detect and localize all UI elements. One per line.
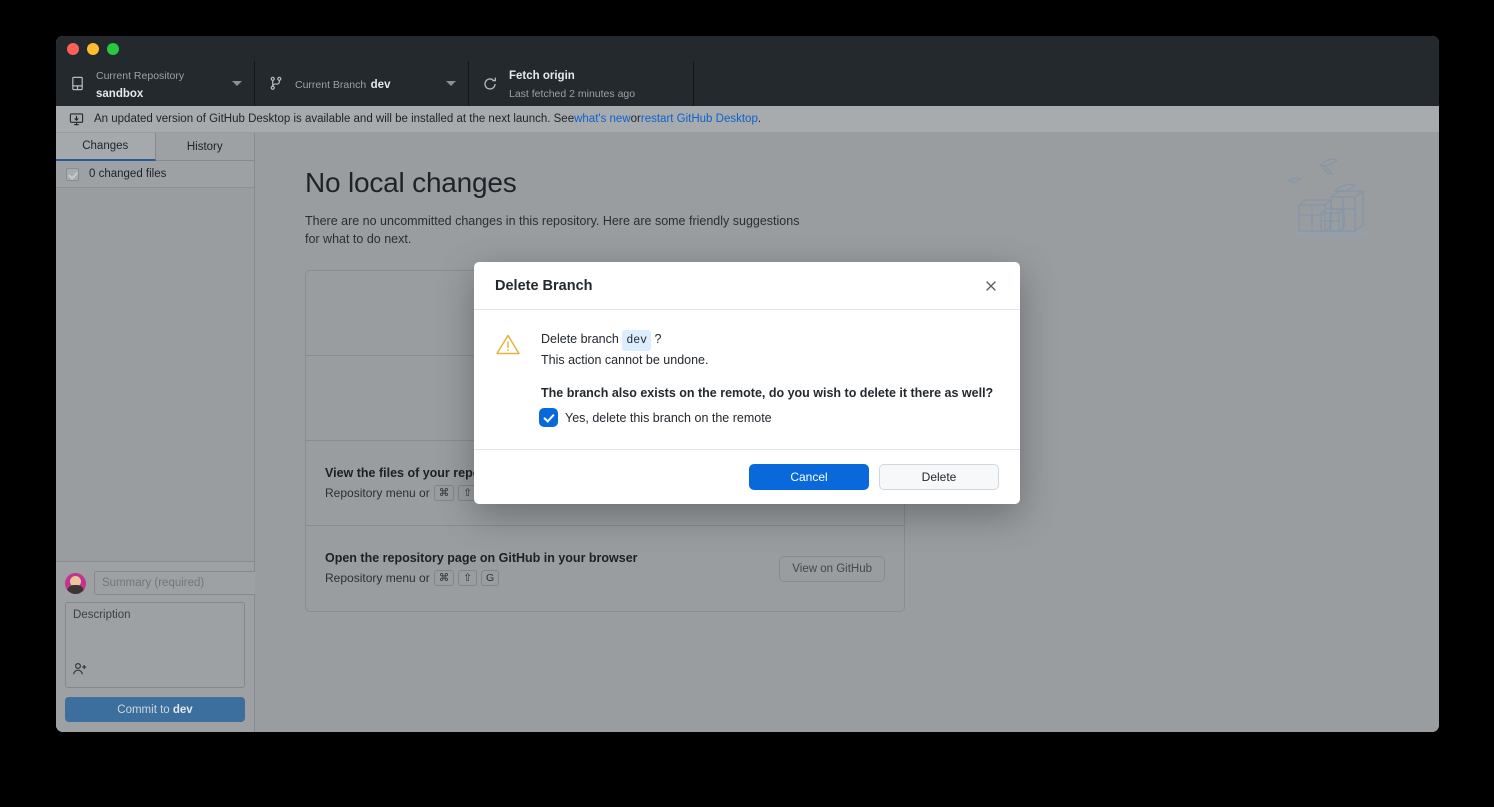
update-banner-text-after: . xyxy=(758,113,761,125)
whats-new-link[interactable]: what's new xyxy=(574,113,631,125)
boxes-and-birds-illustration xyxy=(1273,147,1391,247)
cancel-button[interactable]: Cancel xyxy=(749,464,869,490)
dialog-footer: Cancel Delete xyxy=(474,450,1020,504)
keycap-shift-icon: ⇧ xyxy=(458,570,477,586)
commit-button-prefix: Commit to xyxy=(117,704,173,716)
keycap-letter: G xyxy=(481,570,499,586)
avatar xyxy=(65,573,86,594)
suggestion-row: Open the repository page on GitHub in yo… xyxy=(306,526,904,611)
dialog-header: Delete Branch xyxy=(474,262,1020,310)
commit-button-branch: dev xyxy=(173,704,193,716)
delete-branch-question: Delete branch dev ? xyxy=(541,330,999,351)
remote-delete-checkbox-row: Yes, delete this branch on the remote xyxy=(541,410,999,425)
sync-icon xyxy=(481,75,499,93)
minimize-window-button[interactable] xyxy=(87,43,99,55)
remote-question-text: The branch also exists on the remote, do… xyxy=(541,386,999,400)
sidebar: Changes History 0 changed files Descript… xyxy=(56,133,255,732)
fetch-origin-button[interactable]: Fetch origin Last fetched 2 minutes ago xyxy=(469,61,694,106)
dialog-content: Delete branch dev ? This action cannot b… xyxy=(541,330,999,425)
undone-warning-text: This action cannot be undone. xyxy=(541,351,999,370)
changed-files-header[interactable]: 0 changed files xyxy=(56,161,254,188)
fetch-title: Fetch origin xyxy=(509,70,575,82)
restart-github-desktop-link[interactable]: restart GitHub Desktop xyxy=(641,113,758,125)
current-branch-dropdown[interactable]: Current Branch dev xyxy=(255,61,469,106)
suggestion-desc-text: Repository menu or xyxy=(325,486,430,500)
app-window: Current Repository sandbox Current Branc… xyxy=(56,36,1439,732)
toolbar: Current Repository sandbox Current Branc… xyxy=(56,61,1439,106)
branch-icon xyxy=(267,75,285,93)
summary-row xyxy=(65,571,245,595)
chevron-down-icon xyxy=(232,81,242,86)
close-window-button[interactable] xyxy=(67,43,79,55)
maximize-window-button[interactable] xyxy=(107,43,119,55)
tab-history[interactable]: History xyxy=(156,133,255,161)
fetch-subtitle: Last fetched 2 minutes ago xyxy=(509,88,635,100)
suggestion-title: Open the repository page on GitHub in yo… xyxy=(325,551,779,565)
dialog-title: Delete Branch xyxy=(495,278,980,294)
page-title: No local changes xyxy=(305,167,1389,199)
update-banner-text-middle: or xyxy=(631,113,641,125)
chevron-down-icon xyxy=(446,81,456,86)
keycap-command-icon: ⌘ xyxy=(434,485,455,501)
commit-button[interactable]: Commit to dev xyxy=(65,697,245,722)
delete-on-remote-checkbox[interactable] xyxy=(541,410,556,425)
toolbar-empty-area xyxy=(694,61,1439,106)
commit-area: Description Commit to dev xyxy=(56,561,254,732)
branch-name-chip: dev xyxy=(622,330,651,351)
delete-branch-suffix: ? xyxy=(651,332,661,346)
changed-files-count: 0 changed files xyxy=(89,168,166,180)
sidebar-tabs: Changes History xyxy=(56,133,254,161)
current-repository-dropdown[interactable]: Current Repository sandbox xyxy=(56,61,255,106)
file-list xyxy=(56,188,254,561)
delete-branch-prefix: Delete branch xyxy=(541,332,622,346)
repo-label: Current Repository xyxy=(96,70,184,82)
commit-description-box[interactable]: Description xyxy=(65,602,245,688)
titlebar xyxy=(56,36,1439,61)
page-subtitle: There are no uncommitted changes in this… xyxy=(305,212,815,248)
dialog-body: Delete branch dev ? This action cannot b… xyxy=(474,310,1020,450)
repo-icon xyxy=(68,75,86,93)
commit-description-placeholder: Description xyxy=(73,609,237,621)
delete-on-remote-label: Yes, delete this branch on the remote xyxy=(565,411,772,425)
select-all-checkbox[interactable] xyxy=(66,168,79,181)
desktop-download-icon xyxy=(68,111,85,128)
add-person-icon[interactable] xyxy=(72,661,88,682)
update-banner-text-before: An updated version of GitHub Desktop is … xyxy=(94,113,574,125)
keycap-command-icon: ⌘ xyxy=(434,570,455,586)
close-icon[interactable] xyxy=(980,275,1002,297)
repo-value: sandbox xyxy=(96,88,143,100)
branch-label: Current Branch xyxy=(295,79,366,91)
update-banner[interactable]: An updated version of GitHub Desktop is … xyxy=(56,106,1439,133)
delete-branch-dialog: Delete Branch Delete branch dev ? xyxy=(474,262,1020,504)
branch-value: dev xyxy=(371,79,391,91)
commit-summary-input[interactable] xyxy=(94,571,264,595)
tab-changes[interactable]: Changes xyxy=(56,133,156,161)
suggestion-desc-text: Repository menu or xyxy=(325,571,430,585)
suggestion-desc: Repository menu or ⌘ ⇧ G xyxy=(325,570,779,586)
delete-button[interactable]: Delete xyxy=(879,464,999,490)
warning-triangle-icon xyxy=(495,330,521,425)
view-on-github-button[interactable]: View on GitHub xyxy=(779,556,885,582)
